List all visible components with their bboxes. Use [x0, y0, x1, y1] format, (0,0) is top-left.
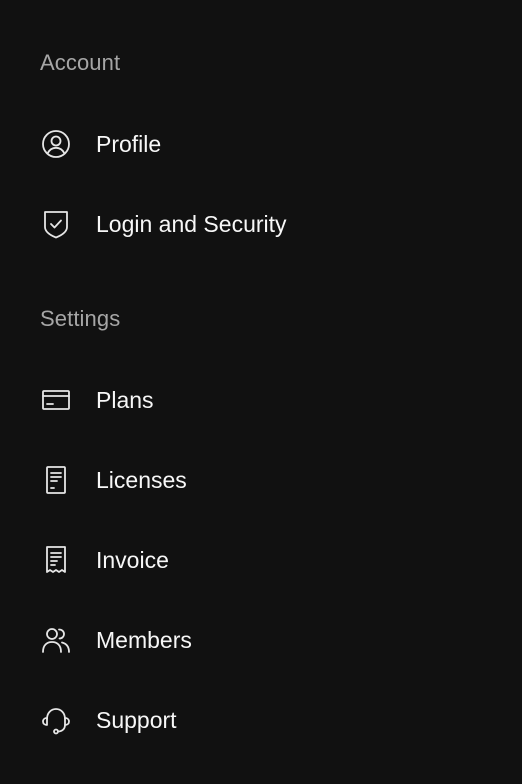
sidebar-item-profile[interactable]: Profile [40, 122, 482, 166]
document-icon [40, 464, 72, 496]
sidebar-item-support[interactable]: Support [40, 698, 482, 742]
sidebar-item-label: Members [96, 626, 192, 653]
credit-card-icon [40, 384, 72, 416]
sidebar-item-login-and-security[interactable]: Login and Security [40, 202, 482, 246]
sidebar-item-label: Login and Security [96, 210, 287, 237]
sidebar-item-label: Plans [96, 386, 154, 413]
sidebar-item-members[interactable]: Members [40, 618, 482, 662]
sidebar-item-invoice[interactable]: Invoice [40, 538, 482, 582]
shield-check-icon [40, 208, 72, 240]
sidebar-item-plans[interactable]: Plans [40, 378, 482, 422]
headset-icon [40, 704, 72, 736]
receipt-icon [40, 544, 72, 576]
sidebar-item-label: Profile [96, 130, 162, 157]
section-label-account: Account [40, 50, 121, 75]
users-icon [40, 624, 72, 656]
sidebar-item-label: Support [96, 706, 177, 733]
sidebar-item-licenses[interactable]: Licenses [40, 458, 482, 502]
user-circle-icon [40, 128, 72, 160]
section-label-settings: Settings [40, 306, 121, 331]
settings-sidebar: Account Profile Login and Security Setti… [0, 0, 522, 784]
sidebar-item-label: Licenses [96, 466, 187, 493]
sidebar-item-label: Invoice [96, 546, 169, 573]
